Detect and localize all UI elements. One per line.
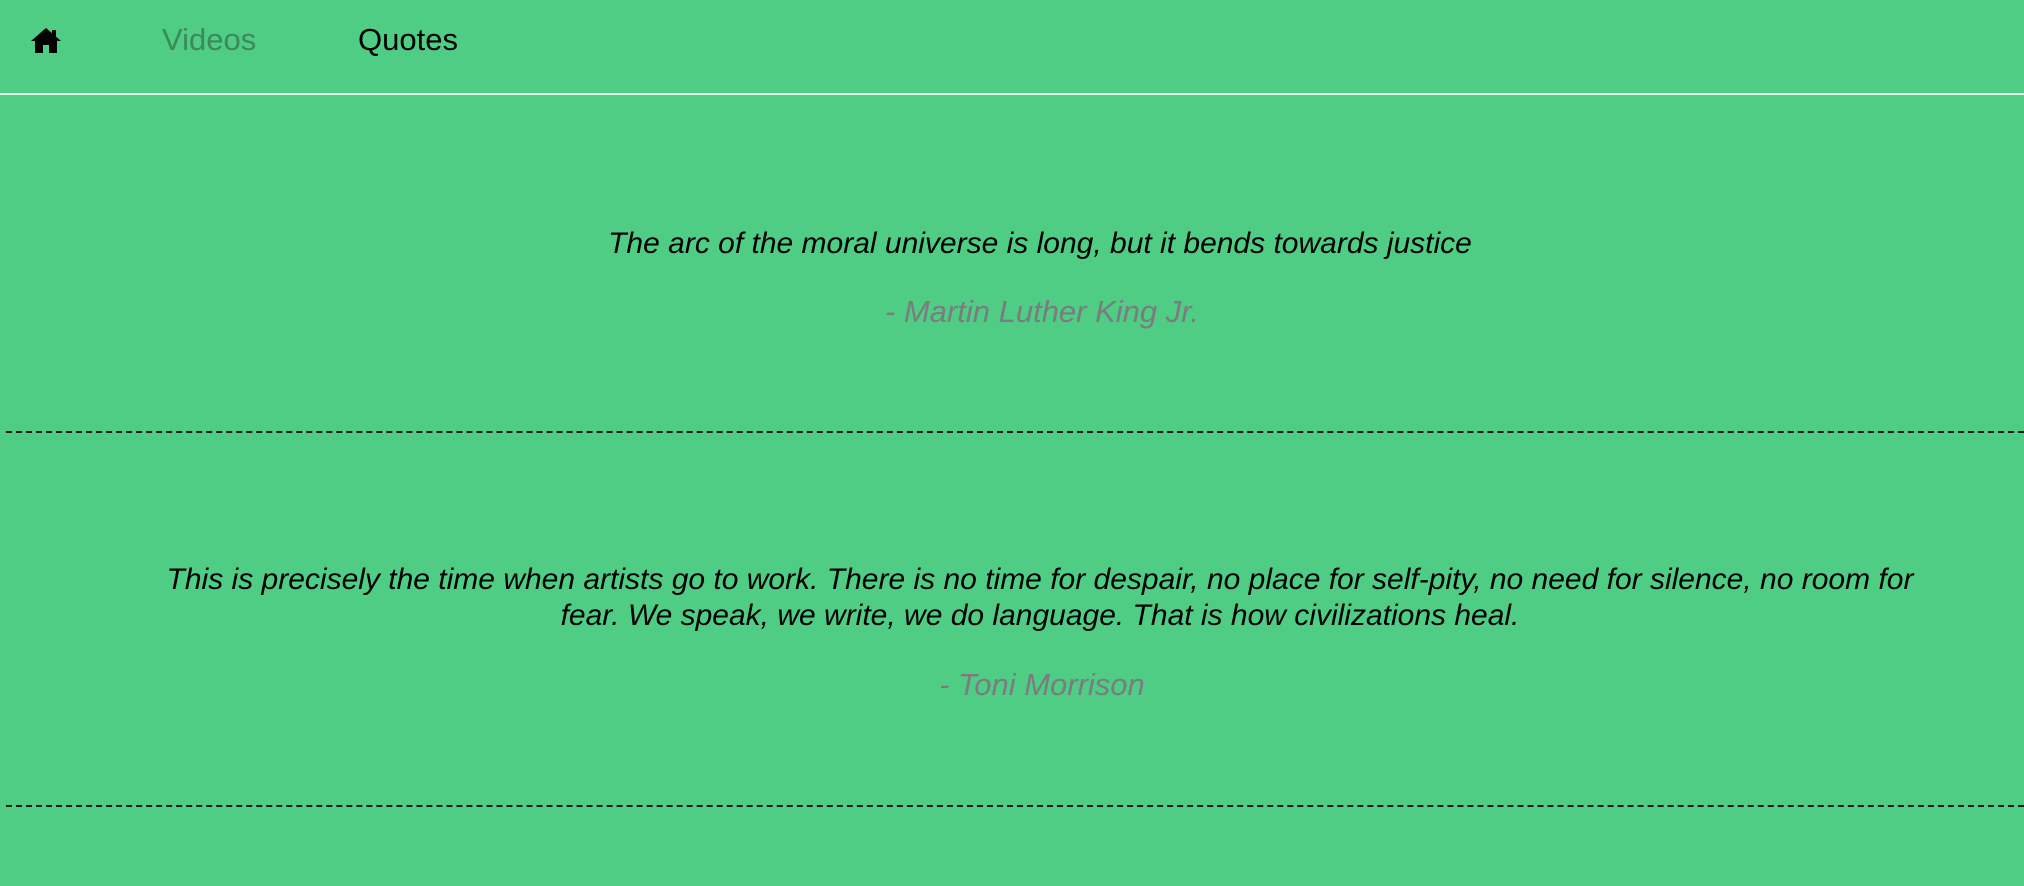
home-icon[interactable] (30, 26, 62, 54)
home-icon-glyph (31, 28, 61, 53)
quote-author: - Martin Luther King Jr. (884, 294, 1200, 329)
nav-link-quotes[interactable]: Quotes (358, 20, 458, 60)
quote-divider (6, 431, 2024, 433)
quote-author: - Toni Morrison (939, 667, 1145, 702)
quote-text: This is precisely the time when artists … (166, 563, 1914, 632)
quote-text: The arc of the moral universe is long, b… (608, 227, 1472, 260)
quote-divider (6, 805, 2024, 807)
top-navigation: Videos Quotes (0, 0, 2024, 95)
nav-link-videos[interactable]: Videos (162, 20, 256, 60)
